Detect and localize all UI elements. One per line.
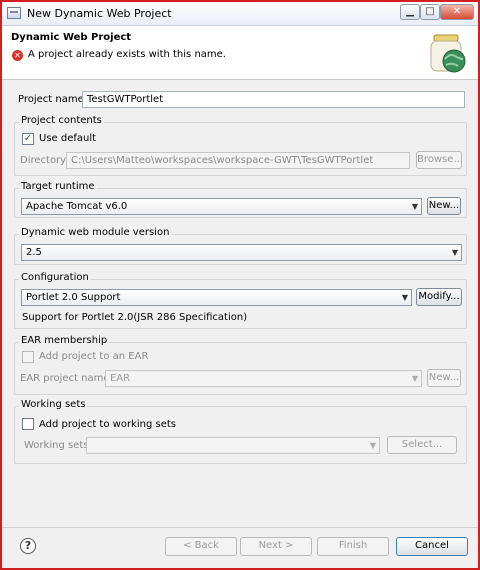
add-to-ear-checkbox[interactable] bbox=[22, 351, 34, 363]
configuration-title: Configuration bbox=[19, 272, 91, 283]
footer-separator bbox=[2, 527, 478, 528]
configuration-value: Portlet 2.0 Support bbox=[26, 292, 121, 303]
directory-label: Directory: bbox=[20, 155, 69, 166]
target-runtime-select[interactable]: Apache Tomcat v6.0 ▼ bbox=[21, 198, 422, 215]
configuration-select[interactable]: Portlet 2.0 Support ▼ bbox=[21, 289, 412, 306]
minimize-button[interactable]: ▁ bbox=[400, 4, 420, 20]
module-version-select[interactable]: 2.5 ▼ bbox=[21, 244, 462, 261]
error-icon: ✕ bbox=[12, 50, 23, 61]
add-to-working-sets-checkbox[interactable] bbox=[22, 418, 34, 430]
finish-button[interactable]: Finish bbox=[317, 537, 389, 556]
project-contents-title: Project contents bbox=[19, 115, 104, 126]
new-runtime-button[interactable]: New... bbox=[427, 197, 461, 215]
ear-membership-group bbox=[14, 342, 467, 395]
next-button[interactable]: Next > bbox=[240, 537, 312, 556]
modify-button[interactable]: Modify... bbox=[416, 288, 462, 306]
ear-project-value: EAR bbox=[110, 373, 131, 384]
project-name-input[interactable]: TestGWTPortlet bbox=[82, 91, 465, 108]
ear-membership-title: EAR membership bbox=[19, 335, 110, 346]
select-working-sets-button[interactable]: Select... bbox=[387, 436, 457, 454]
chevron-down-icon: ▼ bbox=[401, 293, 408, 302]
title-bar: New Dynamic Web Project ▁ □ ✕ bbox=[2, 2, 478, 26]
add-to-ear-label: Add project to an EAR bbox=[39, 351, 149, 362]
chevron-down-icon: ▼ bbox=[451, 248, 458, 257]
cancel-button[interactable]: Cancel bbox=[396, 537, 468, 556]
directory-input[interactable]: C:\Users\Matteo\workspaces\workspace-GWT… bbox=[66, 152, 410, 169]
chevron-down-icon: ▼ bbox=[369, 441, 376, 450]
web-project-jar-icon bbox=[430, 34, 466, 73]
back-button[interactable]: < Back bbox=[165, 537, 237, 556]
wizard-header: Dynamic Web Project ✕ A project already … bbox=[2, 26, 478, 80]
maximize-button[interactable]: □ bbox=[420, 4, 440, 20]
ear-project-select[interactable]: EAR ▼ bbox=[105, 370, 422, 387]
chevron-down-icon: ▼ bbox=[411, 374, 418, 383]
window-title: New Dynamic Web Project bbox=[27, 7, 172, 20]
configuration-description: Support for Portlet 2.0(JSR 286 Specific… bbox=[22, 312, 248, 323]
close-button[interactable]: ✕ bbox=[440, 4, 474, 20]
working-sets-label: Working sets: bbox=[24, 440, 92, 451]
use-default-checkbox[interactable]: ✓ bbox=[22, 133, 34, 145]
help-icon[interactable]: ? bbox=[20, 538, 36, 554]
use-default-label: Use default bbox=[39, 133, 97, 144]
chevron-down-icon: ▼ bbox=[411, 202, 418, 211]
working-sets-select[interactable]: ▼ bbox=[86, 437, 380, 454]
ear-project-name-label: EAR project name: bbox=[20, 373, 113, 384]
error-message: A project already exists with this name. bbox=[28, 49, 226, 60]
project-name-label: Project name: bbox=[18, 94, 88, 105]
target-runtime-title: Target runtime bbox=[19, 181, 97, 192]
module-version-title: Dynamic web module version bbox=[19, 227, 172, 238]
working-sets-group bbox=[14, 406, 467, 464]
page-title: Dynamic Web Project bbox=[11, 32, 132, 43]
window-icon bbox=[7, 7, 21, 19]
new-ear-button[interactable]: New... bbox=[427, 369, 461, 387]
target-runtime-value: Apache Tomcat v6.0 bbox=[26, 201, 128, 212]
working-sets-title: Working sets bbox=[19, 399, 88, 410]
add-to-working-sets-label: Add project to working sets bbox=[39, 419, 176, 430]
browse-button[interactable]: Browse... bbox=[416, 151, 463, 169]
dialog-window: New Dynamic Web Project ▁ □ ✕ Dynamic We… bbox=[0, 0, 480, 570]
module-version-value: 2.5 bbox=[26, 247, 42, 258]
